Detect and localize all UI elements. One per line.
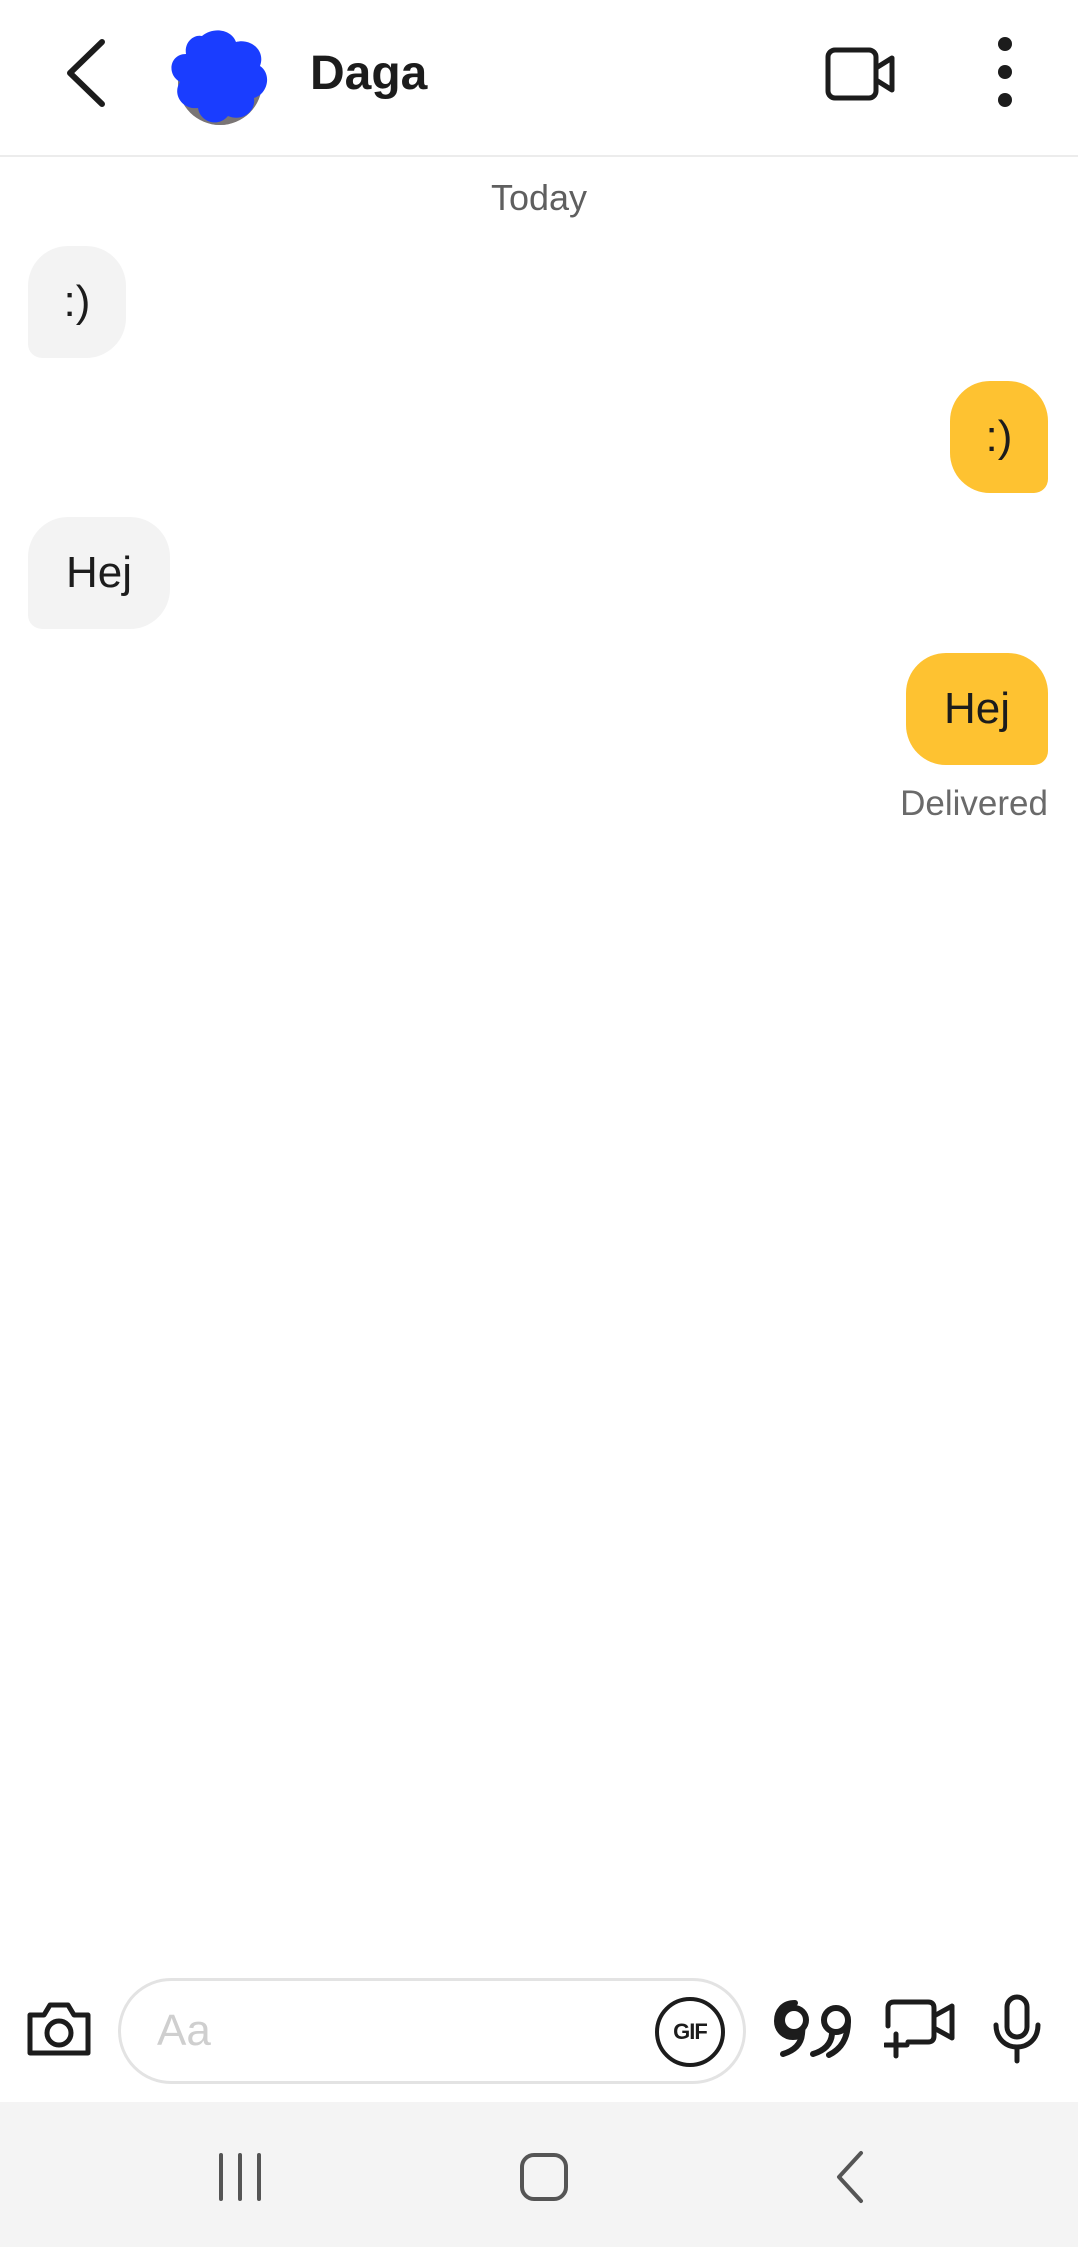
back-icon [837,2151,863,2203]
message-input-wrapper: GIF [118,1978,746,2084]
microphone-icon [993,1994,1041,2064]
contact-avatar[interactable] [162,28,272,128]
more-vertical-icon [998,37,1012,107]
home-icon [520,2153,568,2201]
delivery-status: Delivered [900,784,1048,823]
message-input[interactable] [157,1981,627,2081]
gif-button[interactable]: GIF [655,1997,725,2067]
contact-name[interactable]: Daga [310,44,427,104]
chevron-left-icon [67,39,105,107]
message-composer: GIF [0,1960,1078,2102]
recents-icon [219,2153,261,2201]
outgoing-message[interactable]: :) [950,381,1048,493]
system-navigation-bar [0,2102,1078,2247]
video-message-icon [884,1999,955,2059]
video-message-button[interactable] [880,1986,960,2072]
back-button[interactable] [50,28,120,118]
microphone-button[interactable] [982,1984,1052,2074]
incoming-message[interactable]: Hej [28,517,170,629]
video-camera-icon [825,47,895,101]
date-separator: Today [490,177,588,218]
incoming-message[interactable]: :) [28,246,126,358]
camera-icon [27,2002,91,2056]
outgoing-message[interactable]: Hej [906,653,1048,765]
home-button[interactable] [504,2140,584,2214]
quote-button[interactable] [770,1986,862,2072]
system-back-button[interactable] [810,2140,890,2214]
video-call-button[interactable] [820,34,900,114]
conversation-header: Daga [0,0,1078,157]
quote-icon [773,2000,851,2058]
camera-button[interactable] [20,1990,98,2068]
recents-button[interactable] [200,2142,280,2212]
more-options-button[interactable] [980,30,1030,114]
